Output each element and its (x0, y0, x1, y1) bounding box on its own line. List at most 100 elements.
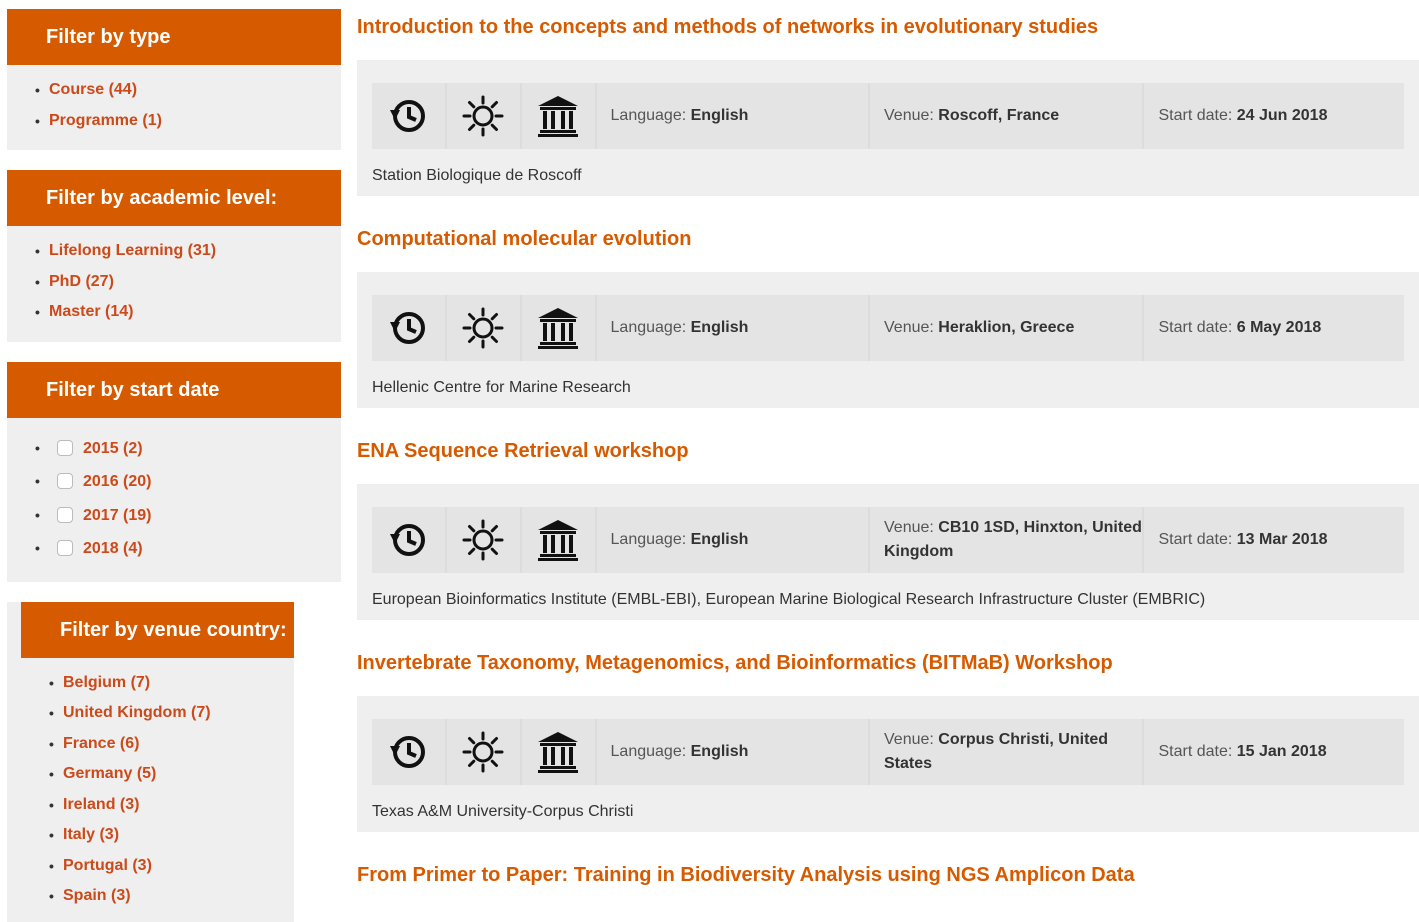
event-start-date: Start date: 15 Jan 2018 (1144, 719, 1404, 785)
facet-item: Lifelong Learning (31) (35, 236, 341, 267)
facet-link-2015[interactable]: 2015 (2) (83, 440, 143, 457)
facet-type: Filter by type Course (44) Programme (1) (7, 9, 341, 150)
facet-date-list: 2015 (2) 2016 (20) 2017 (19) 2018 (4) (7, 418, 341, 582)
facet-item: Italy (3) (49, 820, 294, 851)
event-title: Computational molecular evolution (357, 212, 1419, 272)
event-card: Language: English Venue: Roscoff, France S… (357, 60, 1419, 196)
event-venue: Venue: CB10 1SD, Hinxton, United Kingdom (870, 507, 1143, 573)
event-info-row: Language: English Venue: CB10 1SD, Hinxto… (372, 507, 1404, 573)
facet-link-germany[interactable]: Germany (5) (63, 765, 156, 782)
event-card: Language: English Venue: CB10 1SD, Hinxto… (357, 484, 1419, 620)
event-language-label: Language: (610, 743, 687, 760)
event-start-date-value: 24 Jun 2018 (1236, 107, 1328, 124)
facet-start-date: Filter by start date 2015 (2) 2016 (20) … (7, 361, 341, 582)
facet-academic-list: Lifelong Learning (31) PhD (27) Master (… (7, 226, 341, 342)
sun-icon (446, 507, 520, 573)
event-venue: Venue: Corpus Christi, United States (870, 719, 1143, 785)
event-title: From Primer to Paper: Training in Biodiv… (357, 848, 1419, 908)
facet-link-programme[interactable]: Programme (1) (49, 112, 162, 129)
event-title-link[interactable]: From Primer to Paper: Training in Biodiv… (357, 864, 1135, 886)
event-start-date: Start date: 24 Jun 2018 (1144, 83, 1404, 149)
event-venue: Venue: Heraklion, Greece (870, 295, 1143, 361)
checkbox-2017[interactable] (57, 506, 73, 523)
facet-date-heading: Filter by start date (7, 361, 341, 418)
facet-item: PhD (27) (35, 267, 341, 298)
facet-item: France (6) (49, 729, 294, 760)
facet-item: Master (14) (35, 297, 341, 328)
event-start-date: Start date: 6 May 2018 (1144, 295, 1404, 361)
facet-item: Germany (5) (49, 759, 294, 790)
facet-item: 2015 (2) (35, 432, 341, 466)
event-host: Hellenic Centre for Marine Research (372, 379, 631, 396)
event-language-value: English (690, 107, 749, 124)
event-venue-label: Venue: (884, 319, 934, 336)
facet-academic-heading: Filter by academic level: (7, 170, 341, 226)
facet-link-lifelong[interactable]: Lifelong Learning (31) (49, 242, 216, 259)
facet-venue-heading: Filter by venue country: (21, 601, 294, 658)
event-title: ENA Sequence Retrieval workshop (357, 424, 1419, 484)
facet-link-belgium[interactable]: Belgium (7) (63, 674, 150, 691)
facet-link-ireland[interactable]: Ireland (3) (63, 796, 139, 813)
history-icon (372, 719, 445, 785)
event-title-link[interactable]: Introduction to the concepts and methods… (357, 16, 1098, 38)
event-info-row: Language: English Venue: Heraklion, Greec… (372, 295, 1404, 361)
event-title-link[interactable]: Computational molecular evolution (357, 228, 691, 250)
facet-type-list: Course (44) Programme (1) (7, 65, 341, 150)
facet-item: 2017 (19) (35, 499, 341, 533)
facet-link-2018[interactable]: 2018 (4) (83, 540, 143, 557)
facet-link-united-kingdom[interactable]: United Kingdom (7) (63, 704, 211, 721)
facet-item: Spain (3) (49, 881, 294, 912)
event-language: Language: English (596, 719, 868, 785)
event-venue-value: Roscoff, France (938, 107, 1060, 124)
event-start-date-label: Start date: (1158, 743, 1233, 760)
facet-item: Programme (1) (35, 106, 341, 137)
event-card: Language: English Venue: Heraklion, Greec… (357, 272, 1419, 408)
sun-icon (446, 295, 520, 361)
event-host: Station Biologique de Roscoff (372, 167, 582, 184)
event-language-label: Language: (610, 531, 687, 548)
facet-link-master[interactable]: Master (14) (49, 303, 133, 320)
facet-link-course[interactable]: Course (44) (49, 81, 137, 98)
facet-venue-country: Filter by venue country: Belgium (7) Uni… (7, 601, 294, 922)
history-icon (372, 295, 445, 361)
event-info-row: Language: English Venue: Roscoff, France S… (372, 83, 1404, 149)
facet-link-spain[interactable]: Spain (3) (63, 887, 131, 904)
event-venue-label: Venue: (884, 519, 934, 536)
event-host: European Bioinformatics Institute (EMBL-… (372, 591, 1206, 608)
history-icon (372, 83, 445, 149)
event-language-label: Language: (610, 319, 687, 336)
facet-link-phd[interactable]: PhD (27) (49, 273, 114, 290)
event-language-value: English (690, 319, 749, 336)
event-start-date-label: Start date: (1158, 319, 1233, 336)
event-title-link[interactable]: Invertebrate Taxonomy, Metagenomics, and… (357, 652, 1113, 674)
event-title: Invertebrate Taxonomy, Metagenomics, and… (357, 636, 1419, 696)
facet-item: Ireland (3) (49, 790, 294, 821)
history-icon (372, 507, 445, 573)
event-language: Language: English (596, 507, 868, 573)
event-language-label: Language: (610, 107, 687, 124)
event-start-date-value: 15 Jan 2018 (1236, 743, 1327, 760)
facet-link-portugal[interactable]: Portugal (3) (63, 857, 152, 874)
event-venue: Venue: Roscoff, France (870, 83, 1143, 149)
event-start-date-value: 6 May 2018 (1236, 319, 1322, 336)
facet-type-heading: Filter by type (7, 9, 341, 65)
event-title: Introduction to the concepts and methods… (357, 0, 1419, 60)
event-title-link[interactable]: ENA Sequence Retrieval workshop (357, 440, 689, 462)
facet-link-italy[interactable]: Italy (3) (63, 826, 119, 843)
facet-item: 2018 (4) (35, 532, 341, 566)
facet-link-2017[interactable]: 2017 (19) (83, 507, 152, 524)
checkbox-2015[interactable] (57, 439, 73, 456)
sun-icon (446, 719, 520, 785)
event-language-value: English (690, 531, 749, 548)
facet-link-2016[interactable]: 2016 (20) (83, 473, 152, 490)
facet-link-france[interactable]: France (6) (63, 735, 139, 752)
checkbox-2018[interactable] (57, 540, 73, 556)
event-language: Language: English (596, 83, 868, 149)
facet-item: United Kingdom (7) (49, 698, 294, 729)
event-language: Language: English (596, 295, 868, 361)
facet-item: Belgium (7) (49, 668, 294, 699)
event-info-row: Language: English Venue: Corpus Christi, … (372, 719, 1404, 785)
filter-sidebar: Filter by type Course (44) Programme (1)… (7, 9, 341, 922)
checkbox-2016[interactable] (57, 473, 73, 489)
event-start-date-value: 13 Mar 2018 (1236, 531, 1328, 548)
